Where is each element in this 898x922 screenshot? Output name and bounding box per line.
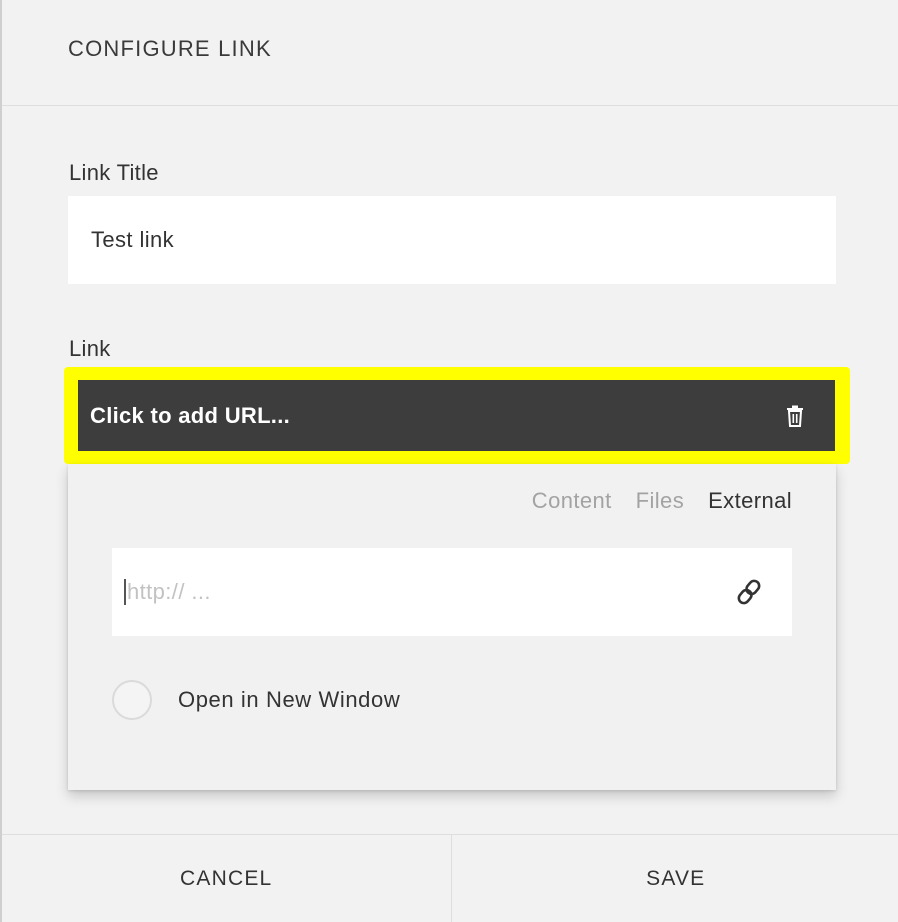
trash-icon[interactable] [785, 405, 805, 427]
tab-files[interactable]: Files [636, 488, 684, 514]
url-popover: Content Files External http:// ... Open … [68, 464, 836, 790]
save-button[interactable]: SAVE [452, 835, 898, 922]
add-url-label: Click to add URL... [90, 402, 291, 428]
url-placeholder: http:// ... [127, 579, 211, 604]
tab-external[interactable]: External [708, 488, 792, 514]
open-new-window-option[interactable]: Open in New Window [112, 680, 400, 720]
cancel-button[interactable]: CANCEL [2, 835, 452, 922]
chain-link-icon[interactable] [734, 577, 764, 607]
link-type-tabs: Content Files External [532, 488, 792, 514]
link-title-input[interactable]: Test link [68, 196, 836, 284]
dialog-footer: CANCEL SAVE [2, 834, 898, 922]
dialog-header: CONFIGURE LINK [2, 0, 898, 106]
dialog-title: CONFIGURE LINK [68, 36, 272, 61]
open-new-window-radio[interactable] [112, 680, 152, 720]
open-new-window-label: Open in New Window [178, 687, 401, 712]
add-url-button[interactable]: Click to add URL... [78, 380, 835, 451]
url-input[interactable]: http:// ... [112, 548, 792, 636]
tab-content[interactable]: Content [532, 488, 612, 514]
link-title-label: Link Title [69, 160, 159, 185]
text-caret [124, 579, 126, 605]
configure-link-dialog: CONFIGURE LINK Link Title Test link Link… [0, 0, 898, 922]
link-label: Link [69, 336, 111, 361]
